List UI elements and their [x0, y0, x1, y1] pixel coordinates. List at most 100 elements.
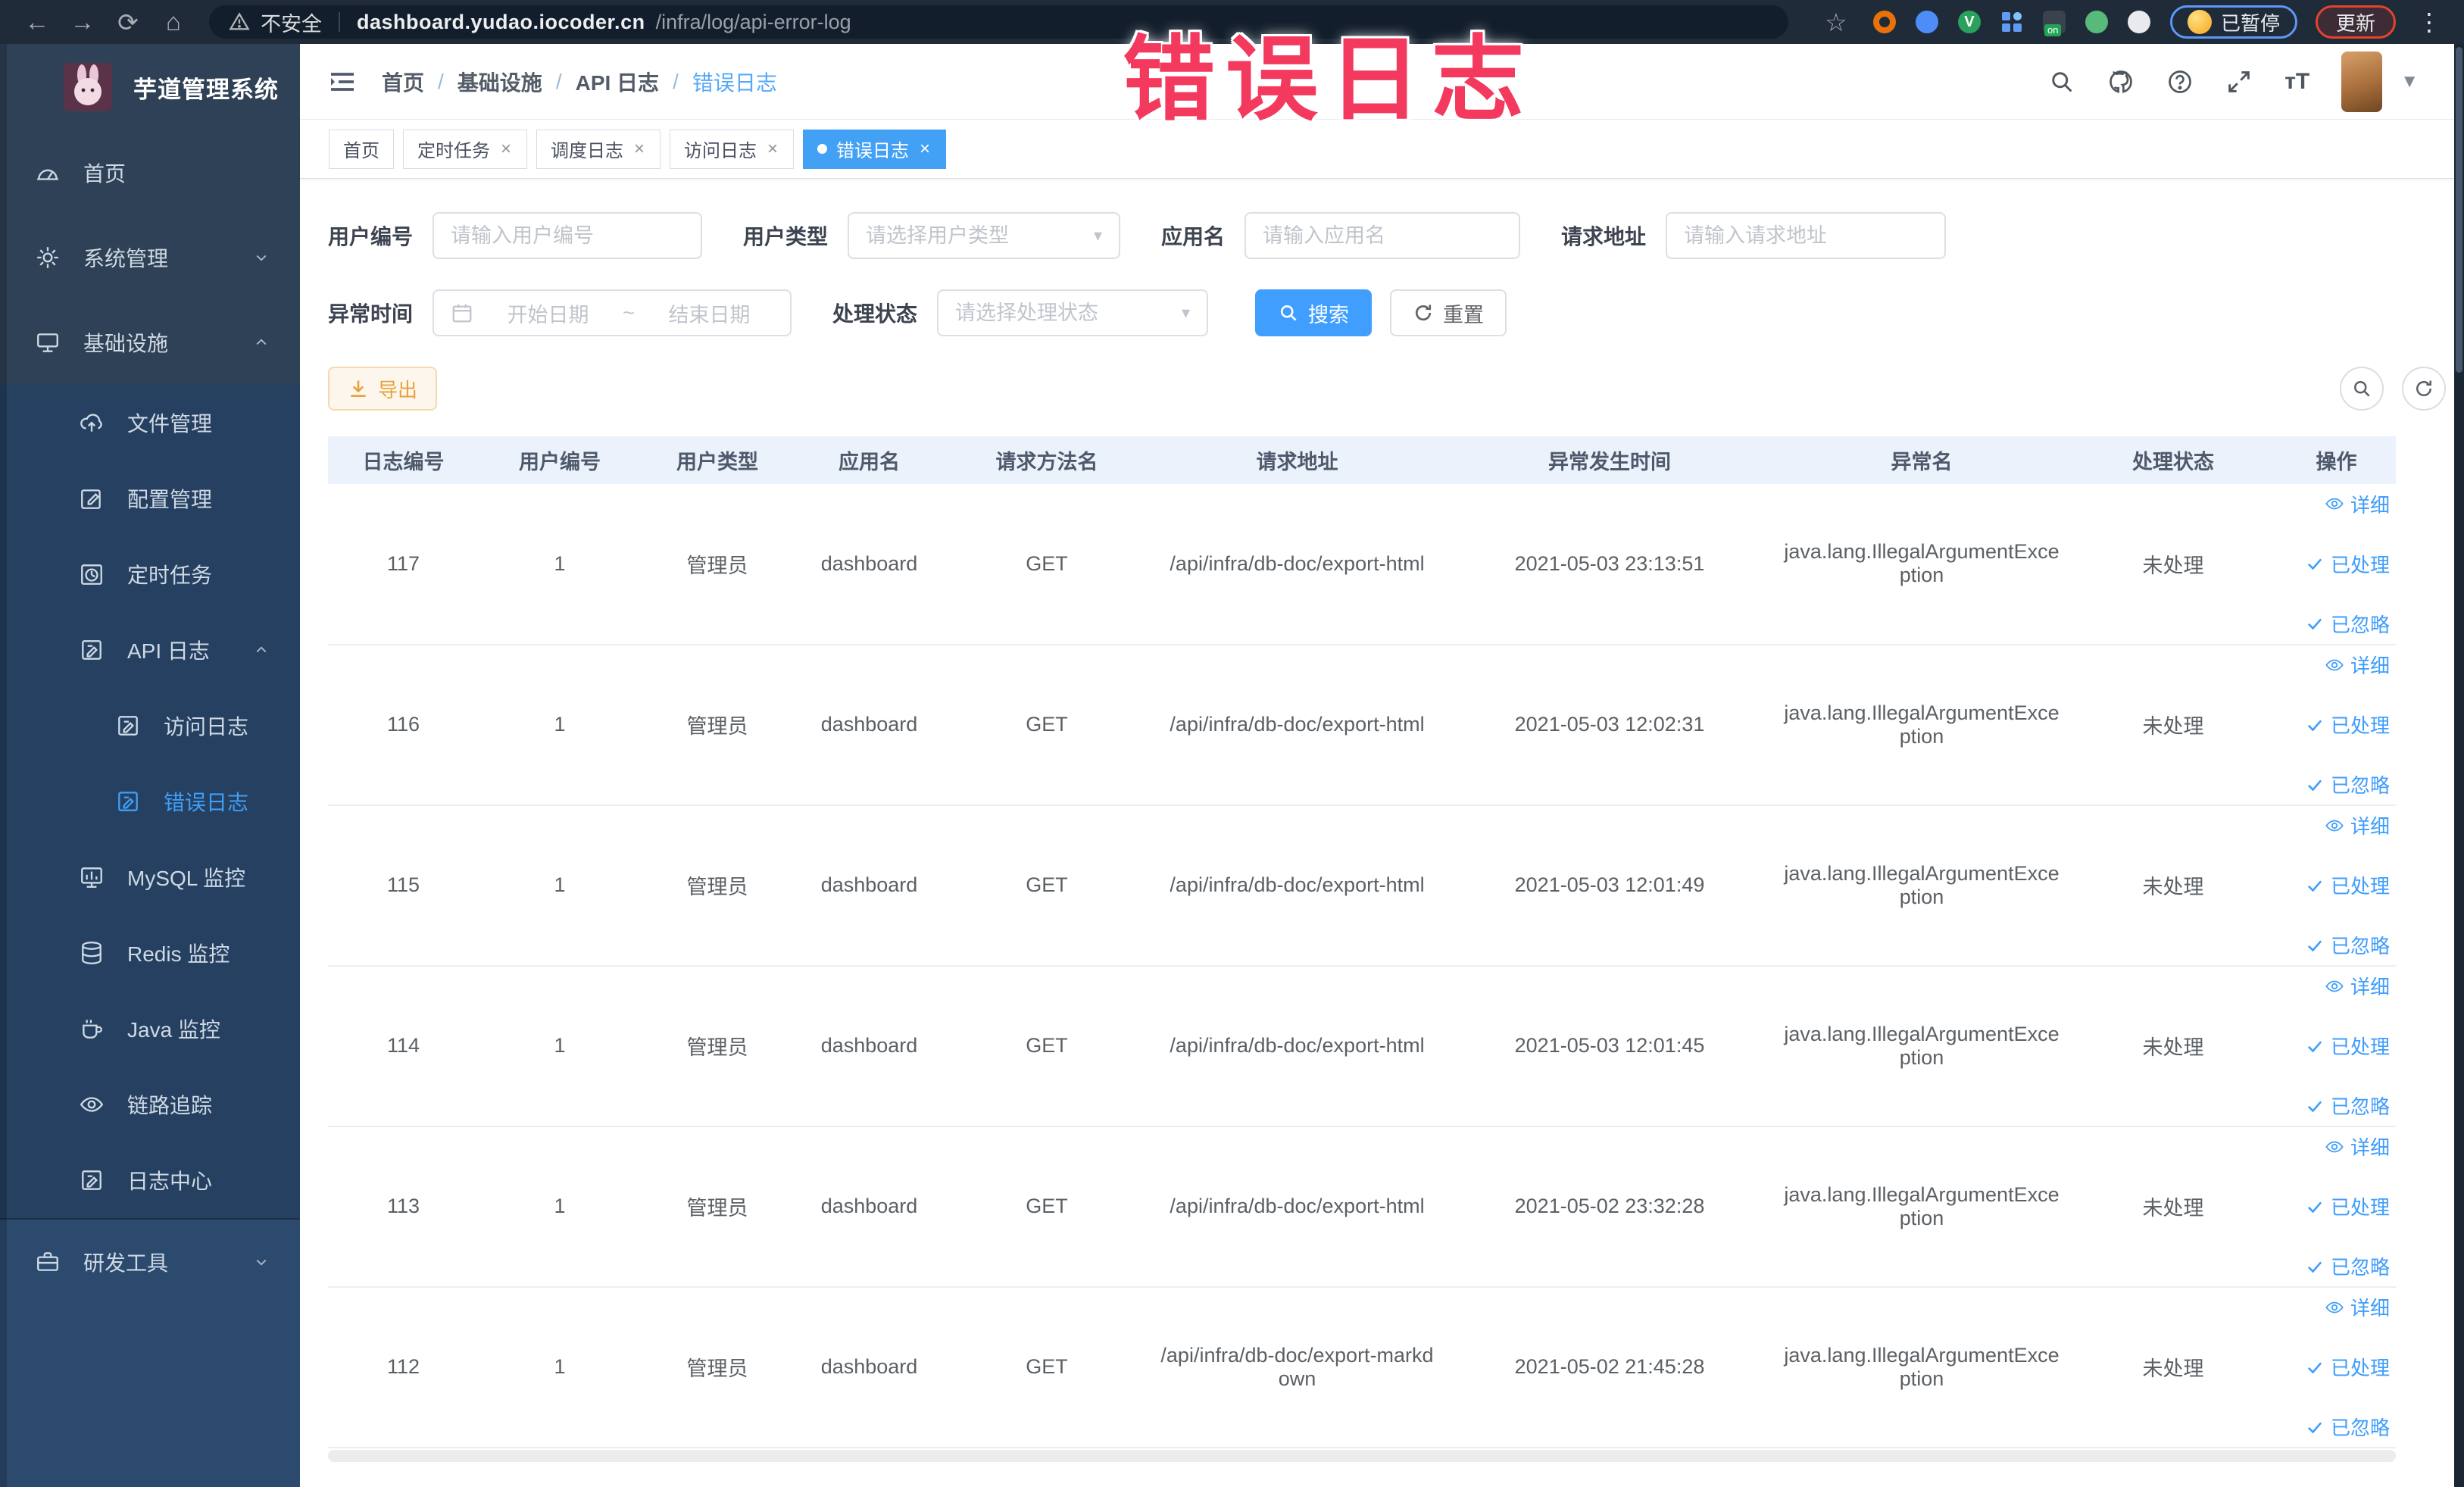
vertical-scrollbar[interactable]	[2454, 44, 2464, 1487]
sidebar-item-配置管理[interactable]: 配置管理	[0, 461, 300, 536]
fullscreen-icon[interactable]	[2225, 68, 2253, 95]
sidebar-item-日志中心[interactable]: 日志中心	[0, 1142, 300, 1218]
font-size-icon[interactable]: ᴛT	[2284, 69, 2309, 95]
action-已处理-link[interactable]: 已处理	[2305, 871, 2390, 899]
sidebar-logo-row[interactable]: 芋道管理系统	[0, 44, 300, 130]
exception-time-label: 异常时间	[328, 302, 414, 326]
horizontal-scrollbar[interactable]	[328, 1449, 2396, 1462]
export-button[interactable]: 导出	[328, 367, 438, 411]
cell-exception: java.lang.IllegalArgumentException	[1774, 1286, 2069, 1448]
sidebar-item-错误日志[interactable]: 错误日志	[0, 764, 300, 839]
eye-icon	[2325, 655, 2344, 675]
action-已处理-link[interactable]: 已处理	[2305, 1353, 2390, 1381]
docs-help-icon[interactable]	[2166, 68, 2194, 95]
process-status-select[interactable]: ▾	[937, 289, 1209, 336]
action-已处理-link[interactable]: 已处理	[2305, 550, 2390, 578]
bookmark-star-icon[interactable]: ☆	[1819, 5, 1853, 39]
home-icon[interactable]: ⌂	[156, 5, 191, 39]
target-extension-icon[interactable]	[1872, 9, 1897, 35]
action-详细-link[interactable]: 详细	[2325, 490, 2390, 518]
sidebar-item-MySQL 监控[interactable]: MySQL 监控	[0, 839, 300, 915]
avatar-caret-icon[interactable]: ▼	[2400, 71, 2419, 92]
end-date-placeholder: 结束日期	[668, 303, 751, 326]
close-icon[interactable]: ×	[766, 139, 779, 160]
sprout-extension-icon[interactable]	[2084, 9, 2110, 35]
tab-访问日志[interactable]: 访问日志 ×	[670, 129, 795, 169]
reload-icon[interactable]: ⟳	[111, 5, 145, 39]
date-range-picker[interactable]: 开始日期 ~ 结束日期	[433, 289, 792, 336]
action-已忽略-link[interactable]: 已忽略	[2305, 1092, 2390, 1120]
tab-定时任务[interactable]: 定时任务 ×	[403, 129, 528, 169]
refresh-table-button[interactable]	[2402, 367, 2446, 411]
user-type-select-input[interactable]	[866, 223, 1086, 248]
action-已忽略-link[interactable]: 已忽略	[2305, 1252, 2390, 1280]
action-详细-link[interactable]: 详细	[2325, 1132, 2390, 1161]
sidebar-item-Java 监控[interactable]: Java 监控	[0, 991, 300, 1067]
check-icon	[2305, 1036, 2325, 1056]
back-icon[interactable]: ←	[20, 5, 55, 39]
forward-icon[interactable]: →	[65, 5, 100, 39]
tab-调度日志[interactable]: 调度日志 ×	[536, 129, 661, 169]
cell-user_id: 1	[479, 965, 641, 1127]
sidebar-item-系统管理[interactable]: 系统管理	[0, 215, 300, 300]
search-icon[interactable]	[2048, 68, 2075, 95]
action-label: 已忽略	[2330, 1417, 2390, 1439]
log-icon	[79, 1167, 105, 1193]
request-url-input[interactable]	[1684, 223, 1928, 248]
action-已忽略-link[interactable]: 已忽略	[2305, 1413, 2390, 1441]
action-已处理-link[interactable]: 已处理	[2305, 711, 2390, 739]
sidebar-item-访问日志[interactable]: 访问日志	[0, 688, 300, 764]
sidebar-menu-top: 首页 系统管理 基础设施	[0, 130, 300, 385]
sidebar-collapse-icon[interactable]	[327, 67, 358, 97]
github-icon[interactable]	[2107, 68, 2135, 95]
action-已忽略-link[interactable]: 已忽略	[2305, 931, 2390, 959]
calendar-icon	[451, 301, 473, 324]
tab-首页[interactable]: 首页	[329, 129, 394, 169]
shield-extension-icon[interactable]	[1914, 9, 1940, 35]
action-已忽略-link[interactable]: 已忽略	[2305, 610, 2390, 638]
v-extension-icon[interactable]: V	[1957, 9, 1982, 35]
breadcrumb-item-错误日志[interactable]: 错误日志	[692, 67, 777, 97]
sidebar-item-研发工具[interactable]: 研发工具	[0, 1220, 300, 1304]
user-id-input-wrap	[433, 212, 703, 259]
browser-menu-icon[interactable]: ⋮	[2414, 8, 2444, 36]
app-name-input[interactable]	[1263, 223, 1503, 248]
breadcrumb: 首页 / 基础设施 / API 日志 / 错误日志	[382, 67, 777, 97]
search-button[interactable]: 搜索	[1255, 289, 1373, 336]
puzzle-extension-icon[interactable]	[2126, 9, 2152, 35]
close-icon[interactable]: ×	[632, 139, 646, 160]
sidebar-item-链路追踪[interactable]: 链路追踪	[0, 1067, 300, 1142]
scrollbar-thumb[interactable]	[2456, 47, 2462, 373]
address-bar[interactable]: 不安全 dashboard.yudao.iocoder.cn/infra/log…	[209, 5, 1788, 39]
sidebar-item-Redis 监控[interactable]: Redis 监控	[0, 915, 300, 991]
sidebar-item-文件管理[interactable]: 文件管理	[0, 385, 300, 461]
sidebar-item-API 日志[interactable]: API 日志	[0, 612, 300, 688]
action-详细-link[interactable]: 详细	[2325, 1293, 2390, 1321]
filter-process-status: 处理状态 ▾	[832, 289, 1209, 336]
reset-button[interactable]: 重置	[1390, 289, 1507, 336]
close-icon[interactable]: ×	[918, 139, 932, 160]
chart-icon	[79, 864, 105, 890]
main-panel: 用户编号 用户类型 ▾ 应用名 请求地址	[300, 179, 2464, 1462]
grid-extension-icon[interactable]	[1999, 9, 2025, 35]
sidebar-item-首页[interactable]: 首页	[0, 130, 300, 215]
chrome-update-button[interactable]: 更新	[2315, 5, 2396, 39]
action-label: 已忽略	[2330, 613, 2390, 636]
avatar[interactable]	[2341, 51, 2383, 112]
user-id-input[interactable]	[451, 223, 685, 248]
action-已忽略-link[interactable]: 已忽略	[2305, 770, 2390, 798]
action-已处理-link[interactable]: 已处理	[2305, 1192, 2390, 1220]
profile-paused-pill[interactable]: 已暂停	[2169, 5, 2297, 39]
action-详细-link[interactable]: 详细	[2325, 972, 2390, 1000]
toggle-search-button[interactable]	[2340, 367, 2384, 411]
action-已处理-link[interactable]: 已处理	[2305, 1032, 2390, 1060]
user-type-select[interactable]: ▾	[848, 212, 1121, 259]
sidebar-item-基础设施[interactable]: 基础设施	[0, 300, 300, 385]
close-icon[interactable]: ×	[499, 139, 513, 160]
sidebar-item-定时任务[interactable]: 定时任务	[0, 536, 300, 612]
action-详细-link[interactable]: 详细	[2325, 811, 2390, 839]
tab-错误日志[interactable]: 错误日志 ×	[803, 129, 947, 169]
process-status-select-input[interactable]	[955, 301, 1174, 325]
action-详细-link[interactable]: 详细	[2325, 651, 2390, 679]
onoff-extension-icon[interactable]: on	[2041, 9, 2067, 36]
